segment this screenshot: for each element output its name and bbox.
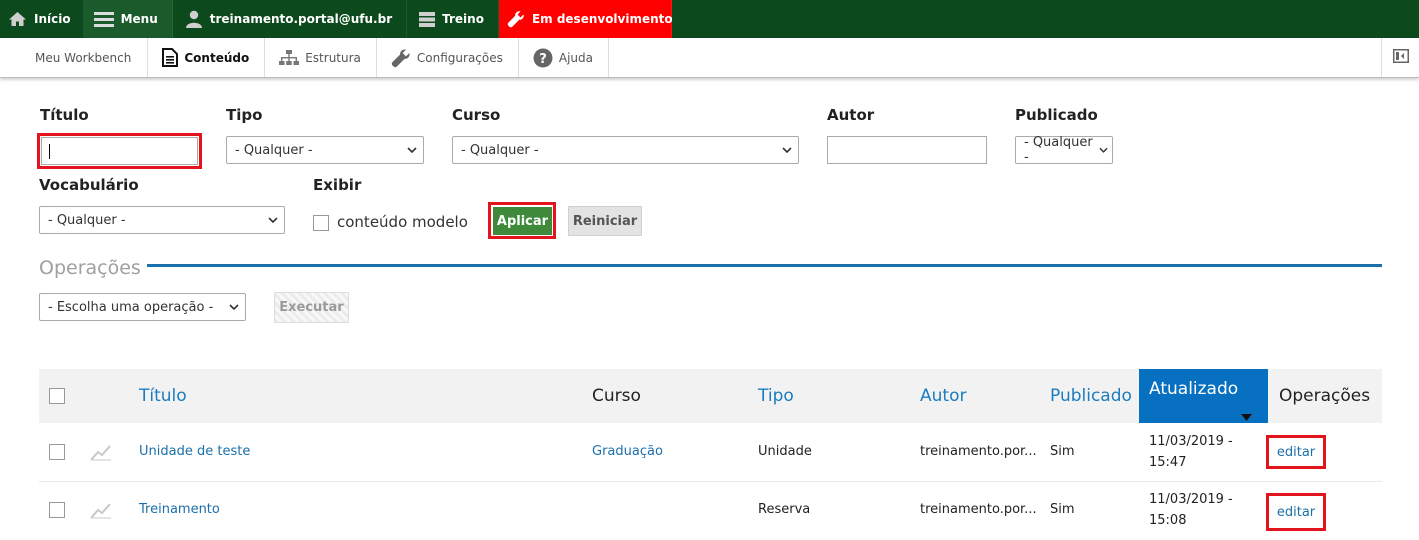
highlight-title-input [37, 133, 202, 169]
sort-desc-icon [1241, 406, 1252, 426]
tab-settings[interactable]: Configurações [377, 38, 519, 77]
tray-orientation-toggle[interactable] [1381, 38, 1419, 77]
row-checkbox[interactable] [49, 444, 65, 460]
column-header-updated-label: Atualizado [1149, 379, 1239, 399]
published-filter-label: Publicado [1015, 106, 1098, 124]
select-all-checkbox[interactable] [49, 388, 65, 404]
tab-label: Configurações [416, 50, 503, 65]
sitemap-icon [279, 49, 300, 66]
row-title-link[interactable]: Treinamento [139, 502, 220, 517]
sidebar-toggle-icon [1392, 48, 1409, 67]
row-updated-time: 15:47 [1149, 455, 1187, 470]
chevron-down-icon [229, 303, 239, 311]
tab-help[interactable]: ? Ajuda [519, 38, 609, 77]
course-filter-label: Curso [452, 106, 501, 124]
wrench-icon [391, 48, 411, 68]
author-filter-input[interactable] [827, 136, 987, 164]
vocabulary-filter-value: - Qualquer - [48, 212, 126, 228]
wrench-icon [507, 10, 525, 28]
statistics-icon [90, 443, 112, 465]
author-filter-label: Autor [827, 106, 875, 124]
row-type: Unidade [758, 444, 812, 459]
column-header-title[interactable]: Título [139, 386, 187, 406]
row-published: Sim [1050, 502, 1075, 517]
tab-label: Conteúdo [184, 50, 250, 65]
execute-button[interactable]: Executar [274, 292, 349, 323]
course-filter-value: - Qualquer - [461, 142, 539, 158]
chevron-down-icon [268, 216, 278, 224]
operation-select[interactable]: - Escolha uma operação - [39, 293, 246, 321]
tab-label: Ajuda [558, 50, 593, 65]
template-content-label: conteúdo modelo [337, 213, 468, 231]
vocabulary-filter-select[interactable]: - Qualquer - [39, 206, 285, 234]
row-divider [39, 481, 1382, 482]
template-content-checkbox[interactable] [313, 215, 329, 231]
row-updated-date: 11/03/2019 - [1149, 492, 1233, 507]
admin-toolbar: Início Menu treinamento.portal@ufu.br Tr… [0, 0, 1419, 38]
row-updated-time: 15:08 [1149, 513, 1187, 528]
home-link[interactable]: Início [0, 0, 84, 38]
environment-indicator[interactable]: Em desenvolvimento [498, 0, 673, 38]
user-icon [185, 10, 203, 28]
column-header-author[interactable]: Autor [920, 386, 966, 406]
edit-link[interactable]: editar [1266, 435, 1326, 469]
row-checkbox[interactable] [49, 502, 65, 518]
chevron-down-icon [407, 146, 417, 154]
reset-button[interactable]: Reiniciar [568, 206, 642, 236]
highlight-apply-button [488, 202, 556, 239]
type-filter-value: - Qualquer - [235, 142, 313, 158]
type-filter-label: Tipo [226, 106, 263, 124]
row-title-link[interactable]: Unidade de teste [139, 444, 250, 459]
column-header-updated[interactable]: Atualizado [1139, 369, 1268, 423]
home-icon [8, 11, 27, 27]
display-filter-label: Exibir [313, 176, 362, 194]
type-filter-select[interactable]: - Qualquer - [226, 136, 424, 164]
column-header-course: Curso [592, 386, 641, 406]
environment-label: Em desenvolvimento [531, 12, 673, 26]
home-label: Início [34, 12, 71, 26]
server-icon [419, 11, 436, 27]
edit-link[interactable]: editar [1266, 493, 1326, 531]
svg-text:?: ? [539, 52, 547, 67]
row-published: Sim [1050, 444, 1075, 459]
user-label: treinamento.portal@ufu.br [209, 12, 393, 26]
row-type: Reserva [758, 502, 811, 517]
toolbar-tray: Meu Workbench Conteúdo Estrutura Configu… [0, 38, 1419, 78]
course-filter-select[interactable]: - Qualquer - [452, 136, 799, 164]
operations-legend: Operações [39, 257, 147, 279]
chevron-down-icon [1099, 147, 1108, 154]
menu-button[interactable]: Menu [83, 0, 173, 38]
published-filter-select[interactable]: - Qualquer - [1015, 135, 1113, 165]
row-updated-date: 11/03/2019 - [1149, 434, 1233, 449]
title-filter-label: Título [40, 106, 89, 124]
operation-select-value: - Escolha uma operação - [48, 299, 214, 315]
document-icon [162, 48, 179, 67]
user-menu[interactable]: treinamento.portal@ufu.br [173, 0, 408, 38]
menu-label: Menu [120, 12, 158, 26]
hamburger-icon [93, 11, 114, 27]
vocabulary-filter-label: Vocabulário [39, 176, 139, 194]
shortcuts-label: Treino [442, 12, 484, 26]
published-filter-value: - Qualquer - [1024, 135, 1093, 165]
operations-divider [142, 264, 1382, 267]
tab-structure[interactable]: Estrutura [265, 38, 377, 77]
tab-my-workbench[interactable]: Meu Workbench [0, 38, 149, 77]
column-header-operations: Operações [1279, 386, 1371, 406]
row-author: treinamento.por... [920, 502, 1037, 517]
shortcuts-tab[interactable]: Treino [407, 0, 499, 38]
tab-label: Estrutura [305, 50, 361, 65]
tab-label: Meu Workbench [35, 50, 132, 65]
row-author: treinamento.por... [920, 444, 1037, 459]
statistics-icon [90, 501, 112, 523]
tab-content[interactable]: Conteúdo [148, 38, 266, 77]
row-course-link[interactable]: Graduação [592, 444, 663, 459]
column-header-type[interactable]: Tipo [758, 386, 794, 406]
column-header-published[interactable]: Publicado [1050, 386, 1132, 406]
chevron-down-icon [782, 146, 792, 154]
help-icon: ? [533, 48, 553, 68]
